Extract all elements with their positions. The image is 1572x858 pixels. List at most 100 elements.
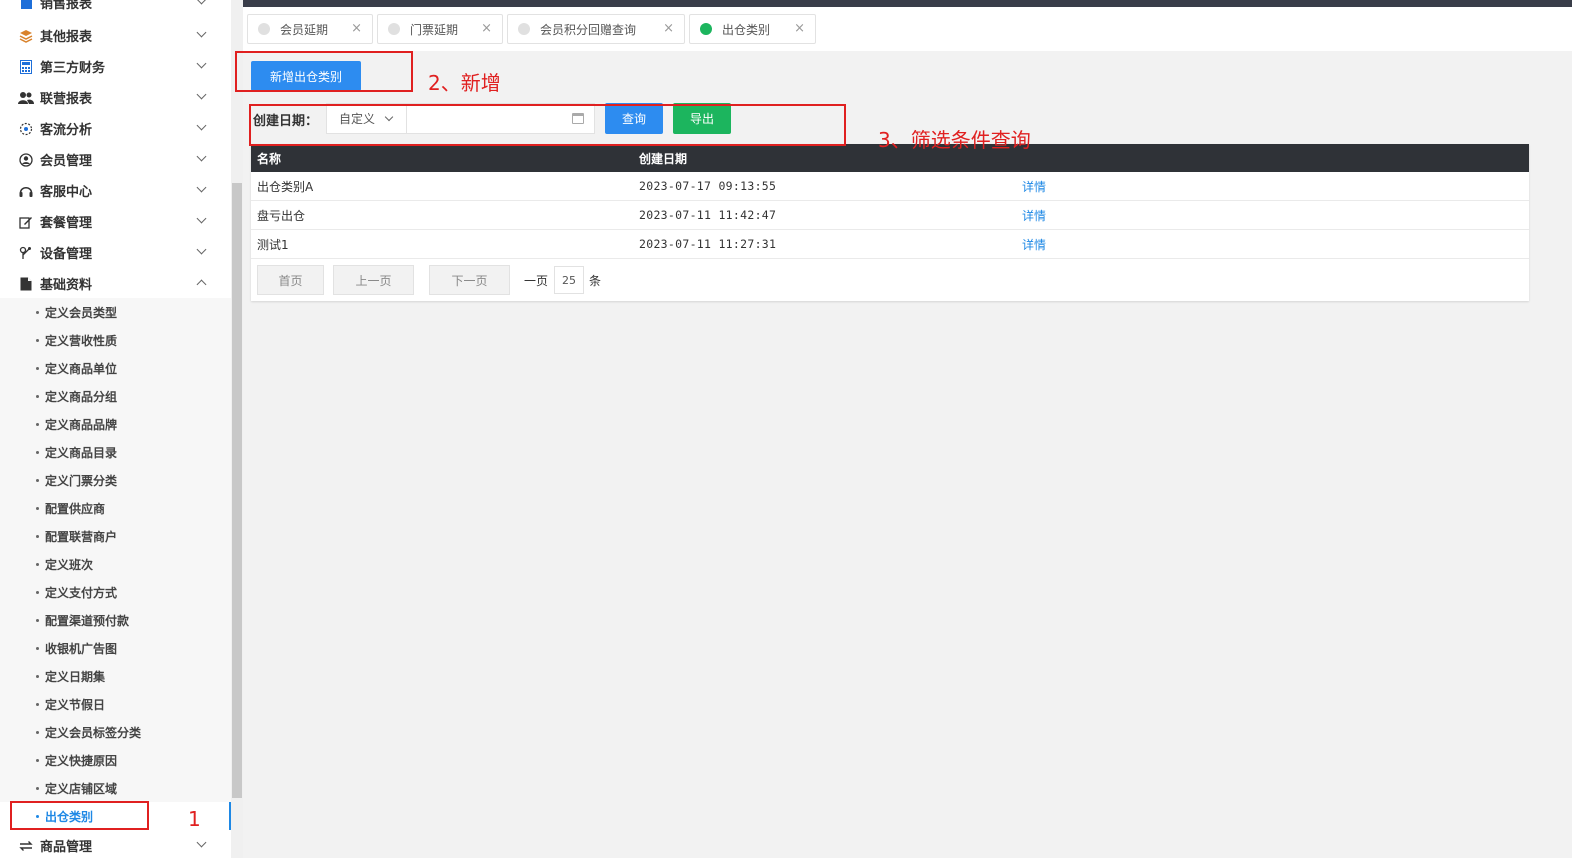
sidebar-item-member-management[interactable]: 会员管理 <box>0 144 231 175</box>
tab-status-dot <box>700 23 712 35</box>
bullet-icon <box>36 422 39 426</box>
bullet-icon <box>36 758 39 762</box>
first-page-button[interactable]: 首页 <box>257 265 324 295</box>
bullet-icon <box>36 562 39 566</box>
chevron-down-icon <box>196 58 207 69</box>
user-icon <box>18 152 34 168</box>
sidebar-item-third-party-finance[interactable]: 第三方财务 <box>0 51 231 82</box>
submenu-item[interactable]: 定义商品品牌 <box>0 410 231 438</box>
sidebar-item-label: 销售报表 <box>40 0 93 12</box>
submenu-item[interactable]: 定义会员标签分类 <box>0 718 231 746</box>
row-date: 2023-07-11 11:42:47 <box>639 208 777 222</box>
tab-bar: 会员延期 × 门票延期 × 会员积分回赠查询 × 出仓类别 × <box>243 7 1572 51</box>
sidebar: 销售报表 其他报表 第三方财务 联营报表 客流分析 会员管理 客服中心 套餐管理 <box>0 0 231 858</box>
annotation-box-step3 <box>249 104 846 146</box>
sidebar-item-label: 基础资料 <box>40 278 93 293</box>
tab-status-dot <box>518 23 530 35</box>
chevron-up-icon <box>196 279 207 290</box>
close-icon[interactable]: × <box>481 21 492 36</box>
submenu-item[interactable]: 定义班次 <box>0 550 231 578</box>
detail-link[interactable]: 详情 <box>1022 201 1046 229</box>
bullet-icon <box>36 674 39 678</box>
sidebar-item-other-reports[interactable]: 其他报表 <box>0 20 231 51</box>
sidebar-item-customer-service[interactable]: 客服中心 <box>0 175 231 206</box>
bullet-icon <box>36 702 39 706</box>
chevron-down-icon <box>196 837 207 848</box>
page-size-input[interactable]: 25 <box>554 266 584 294</box>
bullet-icon <box>36 646 39 650</box>
sidebar-item-label: 其他报表 <box>40 30 93 45</box>
submenu-item[interactable]: 定义日期集 <box>0 662 231 690</box>
submenu-item[interactable]: 定义支付方式 <box>0 578 231 606</box>
chevron-down-icon <box>196 120 207 131</box>
file-icon <box>18 276 34 292</box>
submenu-item[interactable]: 配置联营商户 <box>0 522 231 550</box>
bullet-icon <box>36 590 39 594</box>
table-row: 出仓类别A 2023-07-17 09:13:55 详情 <box>251 172 1529 201</box>
close-icon[interactable]: × <box>794 21 805 36</box>
swap-icon <box>18 838 34 854</box>
column-header-name: 名称 <box>257 151 282 166</box>
submenu-item[interactable]: 定义会员类型 <box>0 298 231 326</box>
submenu-item[interactable]: 定义商品分组 <box>0 382 231 410</box>
sidebar-item-device-management[interactable]: 设备管理 <box>0 237 231 268</box>
sidebar-scrollbar[interactable] <box>231 0 243 858</box>
sidebar-item-sales-report[interactable]: 销售报表 <box>0 0 231 18</box>
row-name: 测试1 <box>257 237 289 252</box>
submenu-item[interactable]: 定义商品单位 <box>0 354 231 382</box>
close-icon[interactable]: × <box>663 21 674 36</box>
layers-icon <box>18 28 34 44</box>
prev-page-button[interactable]: 上一页 <box>333 265 414 295</box>
detail-link[interactable]: 详情 <box>1022 230 1046 258</box>
close-icon[interactable]: × <box>351 21 362 36</box>
scrollbar-thumb[interactable] <box>232 183 242 798</box>
chevron-down-icon <box>196 244 207 255</box>
bullet-icon <box>36 786 39 790</box>
submenu-item[interactable]: 定义商品目录 <box>0 438 231 466</box>
chevron-down-icon <box>196 0 207 5</box>
headset-icon <box>18 183 34 199</box>
bullet-icon <box>36 618 39 622</box>
table-row: 测试1 2023-07-11 11:27:31 详情 <box>251 230 1529 259</box>
sidebar-item-traffic-analysis[interactable]: 客流分析 <box>0 113 231 144</box>
submenu-item[interactable]: 定义营收性质 <box>0 326 231 354</box>
tab-outbound-category[interactable]: 出仓类别 × <box>689 14 816 44</box>
bullet-icon <box>36 478 39 482</box>
tab-ticket-extension[interactable]: 门票延期 × <box>377 14 503 44</box>
annotation-step1: 1 <box>188 807 201 831</box>
submenu-item[interactable]: 定义店铺区域 <box>0 774 231 802</box>
annotation-step3: 3、筛选条件查询 <box>878 128 1031 152</box>
edit-icon <box>18 214 34 230</box>
sidebar-item-package-management[interactable]: 套餐管理 <box>0 206 231 237</box>
annotation-box-step2 <box>235 51 413 92</box>
row-date: 2023-07-17 09:13:55 <box>639 179 777 193</box>
sidebar-item-product-management[interactable]: 商品管理 <box>0 830 231 858</box>
bullet-icon <box>36 450 39 454</box>
tab-member-points-query[interactable]: 会员积分回赠查询 × <box>507 14 685 44</box>
submenu-item[interactable]: 定义门票分类 <box>0 466 231 494</box>
submenu-item[interactable]: 收银机广告图 <box>0 634 231 662</box>
bullet-icon <box>36 310 39 314</box>
tab-member-extension[interactable]: 会员延期 × <box>247 14 373 44</box>
sidebar-item-label: 设备管理 <box>40 247 93 262</box>
bullet-icon <box>36 506 39 510</box>
calculator-icon <box>18 59 34 75</box>
per-page-prefix: 一页 <box>524 274 549 288</box>
row-name: 盘亏出仓 <box>257 208 306 223</box>
submenu-item[interactable]: 定义快捷原因 <box>0 746 231 774</box>
detail-link[interactable]: 详情 <box>1022 172 1046 200</box>
chevron-down-icon <box>196 213 207 224</box>
submenu-item[interactable]: 配置渠道预付款 <box>0 606 231 634</box>
chevron-down-icon <box>196 27 207 38</box>
target-icon <box>18 121 34 137</box>
next-page-button[interactable]: 下一页 <box>429 265 510 295</box>
device-icon <box>18 245 34 261</box>
submenu-item[interactable]: 配置供应商 <box>0 494 231 522</box>
submenu-item[interactable]: 定义节假日 <box>0 690 231 718</box>
sidebar-item-joint-reports[interactable]: 联营报表 <box>0 82 231 113</box>
chevron-down-icon <box>196 89 207 100</box>
sidebar-item-basic-data[interactable]: 基础资料 <box>0 268 231 299</box>
chevron-down-icon <box>196 182 207 193</box>
submenu-basic-data: 定义会员类型 定义营收性质 定义商品单位 定义商品分组 定义商品品牌 定义商品目… <box>0 298 231 802</box>
bullet-icon <box>36 534 39 538</box>
